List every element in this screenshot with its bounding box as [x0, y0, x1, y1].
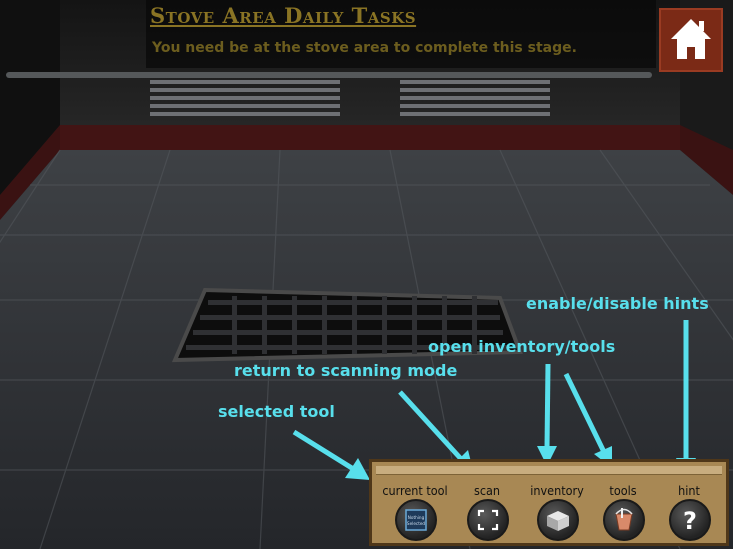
tools-button[interactable]: [603, 499, 645, 541]
inventory-button[interactable]: [537, 499, 579, 541]
hint-button[interactable]: ?: [669, 499, 711, 541]
house-icon: [671, 19, 711, 59]
svg-text:?: ?: [683, 507, 697, 535]
task-progress-bar: [6, 72, 652, 78]
scan-frame-icon: [477, 509, 499, 531]
toolbar-slot-tools: tools: [588, 478, 658, 546]
toolbar-slot-hint: hint ?: [654, 478, 724, 546]
current-tool-label: current tool: [382, 483, 448, 498]
task-title: Stove Area Daily Tasks: [150, 3, 417, 28]
current-tool-value-line2: Selected: [407, 521, 425, 526]
annotation-scan: return to scanning mode: [234, 361, 458, 380]
toolbar-shelf: [376, 466, 722, 475]
annotation-selected-tool: selected tool: [218, 402, 335, 421]
toolbar-slot-inventory: inventory: [522, 478, 592, 546]
current-tool-button[interactable]: Nothing Selected: [395, 499, 437, 541]
game-toolbar: current tool Nothing Selected scan inven…: [369, 459, 729, 546]
game-scene: Stove Area Daily Tasks You need be at th…: [0, 0, 733, 549]
home-button[interactable]: [659, 8, 723, 72]
current-tool-value-line1: Nothing: [408, 515, 425, 520]
bucket-icon: [615, 508, 633, 531]
toolbar-slot-scan: scan: [452, 478, 522, 546]
tools-label: tools: [609, 483, 637, 498]
box-icon: [547, 511, 569, 531]
toolbar-slot-current-tool: current tool Nothing Selected: [380, 478, 450, 546]
scan-label: scan: [473, 483, 501, 498]
annotation-inventory: open inventory/tools: [428, 337, 616, 356]
task-banner: Stove Area Daily Tasks You need be at th…: [146, 0, 656, 68]
question-mark-icon: ?: [683, 507, 697, 535]
inventory-label: inventory: [530, 483, 584, 498]
annotation-hints: enable/disable hints: [526, 294, 709, 313]
hint-label: hint: [678, 483, 700, 498]
scan-button[interactable]: [467, 499, 509, 541]
nothing-selected-icon: Nothing Selected: [405, 509, 427, 531]
task-description: You need be at the stove area to complet…: [152, 40, 577, 56]
